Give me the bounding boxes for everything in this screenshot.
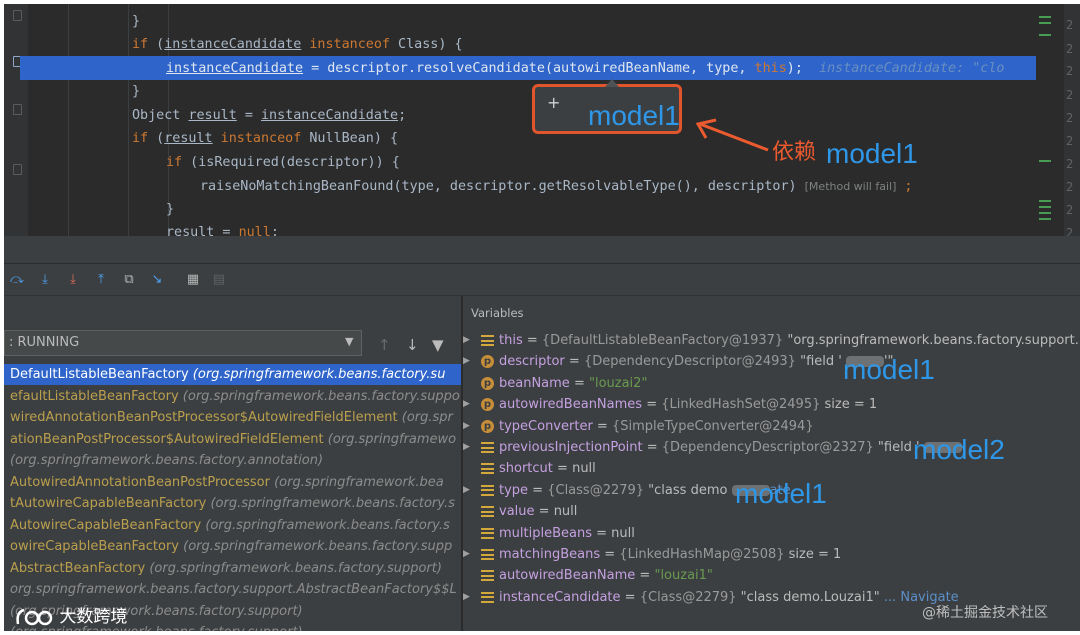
- variable-row[interactable]: autowiredBeanName = "louzai1": [463, 565, 1080, 586]
- drop-frame-icon[interactable]: ⧉: [120, 271, 138, 289]
- code-line: }: [166, 202, 175, 217]
- chevron-down-icon: ▼: [345, 335, 354, 348]
- thread-selector[interactable]: : RUNNING ▼: [4, 330, 362, 356]
- stack-frame-row[interactable]: wiredAnnotationBeanPostProcessor$Autowir…: [4, 407, 461, 428]
- stack-frame-row[interactable]: ationBeanPostProcessor$AutowiredFieldEle…: [4, 429, 461, 450]
- frames-panel: : RUNNING ▼ ↑ ↓ ▼ DefaultListableBeanFac…: [4, 296, 462, 631]
- code-line: if (isRequired(descriptor)) {: [166, 155, 400, 170]
- annotation-depends-label: 依赖: [772, 140, 817, 165]
- expand-plus-icon[interactable]: +: [547, 93, 560, 112]
- code-line: }: [132, 14, 141, 29]
- variable-row[interactable]: p beanName = "louzai2": [463, 373, 1080, 394]
- code-line: }: [132, 84, 141, 99]
- evaluate-expression-icon[interactable]: ▦: [184, 271, 202, 289]
- brand-logo-icon: [16, 608, 53, 626]
- expand-arrow-icon[interactable]: ▶: [463, 394, 473, 415]
- ide-window: } if (instanceCandidate instanceof Class…: [4, 4, 1080, 631]
- variable-row[interactable]: ▶ p autowiredBeanNames = {LinkedHashSet@24…: [463, 394, 1080, 415]
- variable-row[interactable]: ▶ matchingBeans = {LinkedHashMap@2508} si…: [463, 544, 1080, 565]
- expand-arrow-icon[interactable]: ▶: [463, 480, 473, 501]
- variable-row[interactable]: multipleBeans = null: [463, 523, 1080, 544]
- code-line: if (instanceCandidate instanceof Class) …: [132, 37, 463, 52]
- line-number-column: 2 2 2 2 2 2 2 2 2 2: [1064, 4, 1080, 236]
- debugger-toolbar: ⤼ ⤓ ⤓ ⤒ ⧉ ↘ ▦ ▤: [4, 264, 1080, 296]
- editor-gutter: [4, 4, 28, 236]
- filter-icon[interactable]: ▼: [432, 336, 444, 354]
- step-over-icon[interactable]: ⤼: [8, 271, 26, 289]
- annotation-model1-popup: model1: [588, 100, 680, 131]
- expand-arrow-icon[interactable]: ▶: [463, 587, 473, 608]
- variables-title: Variables: [471, 306, 524, 320]
- annotation-model2-previous: model2: [913, 434, 1005, 465]
- annotation-depends-model: model1: [826, 138, 918, 169]
- annotation-model1-descriptor: model1: [843, 354, 935, 385]
- trace-icon[interactable]: ▤: [210, 271, 228, 289]
- stack-frame-row[interactable]: AutowiredAnnotationBeanPostProcessor (or…: [4, 472, 461, 493]
- code-line: result = null;: [166, 225, 279, 236]
- stack-frame-row[interactable]: efaultListableBeanFactory (org.springfra…: [4, 386, 461, 407]
- parameter-icon: p: [481, 398, 494, 412]
- variables-panel: Variables ▶ this = {DefaultListableBeanFa…: [463, 296, 1080, 631]
- code-line: raiseNoMatchingBeanFound(type, descripto…: [200, 179, 913, 194]
- field-icon: [481, 484, 494, 496]
- annotation-arrow-icon: [695, 118, 769, 152]
- arrow-up-icon[interactable]: ↑: [378, 336, 391, 354]
- watermark-left: 大数跨境: [14, 602, 127, 628]
- expand-arrow-icon[interactable]: ▶: [463, 416, 473, 437]
- code-line: if (result instanceof NullBean) {: [132, 131, 399, 146]
- field-icon: [481, 570, 494, 582]
- field-icon: [481, 335, 494, 346]
- annotation-model1-type: model1: [735, 478, 827, 509]
- force-step-into-icon[interactable]: ⤓: [64, 271, 82, 289]
- stack-frame-row[interactable]: (org.springframework.beans.factory.annot…: [4, 450, 461, 471]
- stack-frame-row[interactable]: tAutowireCapableBeanFactory (org.springf…: [4, 493, 461, 514]
- stack-frame-row[interactable]: AutowireCapableBeanFactory (org.springfr…: [4, 515, 461, 536]
- fold-icon[interactable]: [13, 164, 22, 175]
- code-line-current: instanceCandidate = descriptor.resolveCa…: [166, 61, 1005, 76]
- code-line: Object result = instanceCandidate;: [132, 108, 407, 123]
- field-icon: [481, 527, 494, 539]
- expand-arrow-icon[interactable]: ▶: [463, 351, 473, 372]
- step-into-icon[interactable]: ⤓: [36, 271, 54, 289]
- parameter-icon: p: [481, 355, 494, 369]
- code-editor[interactable]: } if (instanceCandidate instanceof Class…: [4, 4, 1080, 236]
- expand-arrow-icon[interactable]: ▶: [463, 544, 473, 565]
- expand-arrow-icon[interactable]: ▶: [463, 330, 473, 351]
- parameter-icon: p: [481, 419, 494, 433]
- stack-frame-row[interactable]: DefaultListableBeanFactory (org.springfr…: [4, 364, 461, 385]
- stack-frame-row[interactable]: AbstractBeanFactory (org.springframework…: [4, 558, 461, 579]
- field-icon: [481, 591, 494, 603]
- field-icon: [481, 463, 494, 475]
- expand-arrow-icon[interactable]: ▶: [463, 437, 473, 458]
- fold-icon[interactable]: [13, 10, 22, 21]
- stack-frame-row[interactable]: org.springframework.beans.factory.suppor…: [4, 579, 461, 600]
- run-to-cursor-icon[interactable]: ↘: [148, 271, 166, 289]
- fold-icon[interactable]: [13, 104, 22, 115]
- watermark-right: @稀土掘金技术社区: [922, 605, 1048, 621]
- stack-frame-row[interactable]: owireCapableBeanFactory (org.springframe…: [4, 536, 461, 557]
- step-out-icon[interactable]: ⤒: [92, 271, 110, 289]
- arrow-down-icon[interactable]: ↓: [406, 336, 419, 354]
- field-icon: [481, 506, 494, 518]
- variable-row[interactable]: ▶ p descriptor = {DependencyDescriptor@249…: [463, 351, 1080, 372]
- field-icon: [481, 442, 494, 453]
- variable-row[interactable]: ▶ this = {DefaultListableBeanFactory@1937…: [463, 330, 1080, 351]
- parameter-icon: p: [481, 376, 494, 390]
- field-icon: [481, 549, 494, 560]
- panel-separator: [4, 236, 1080, 264]
